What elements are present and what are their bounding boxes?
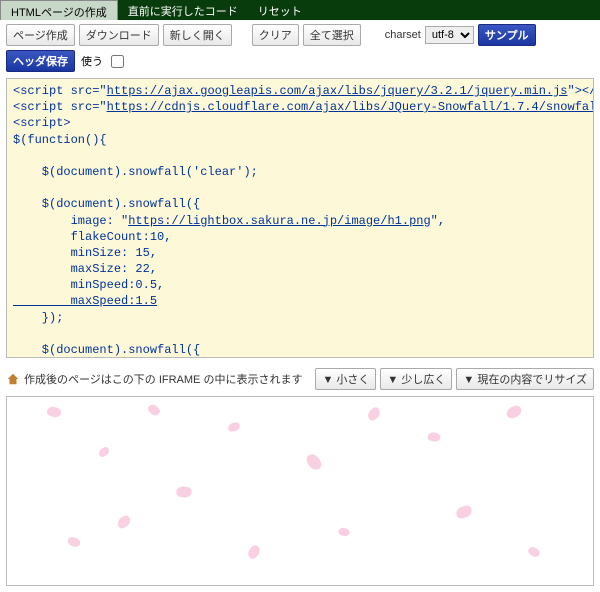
header-save-button[interactable]: ヘッダ保存 xyxy=(6,50,75,72)
select-all-button[interactable]: 全て選択 xyxy=(303,24,361,46)
tab-bar: HTMLページの作成 直前に実行したコード リセット xyxy=(0,0,600,20)
petal-icon xyxy=(46,405,63,419)
code-editor[interactable]: <script src="https://ajax.googleapis.com… xyxy=(6,78,594,358)
petal-icon xyxy=(97,446,111,459)
image-h1-link[interactable]: https://lightbox.sakura.ne.jp/image/h1.p… xyxy=(128,214,430,228)
petal-icon xyxy=(66,535,81,549)
resize-current-button[interactable]: ▼ 現在の内容でリサイズ xyxy=(456,368,594,390)
tab-last-code[interactable]: 直前に実行したコード xyxy=(118,0,248,20)
toolbar: ページ作成 ダウンロード 新しく開く クリア 全て選択 charset utf-… xyxy=(0,20,600,76)
charset-select[interactable]: utf-8 xyxy=(425,26,474,44)
clear-button[interactable]: クリア xyxy=(252,24,299,46)
home-icon xyxy=(6,372,20,386)
smaller-button[interactable]: ▼ 小さく xyxy=(315,368,376,390)
use-checkbox[interactable] xyxy=(111,55,124,68)
petal-icon xyxy=(146,402,161,417)
petal-icon xyxy=(175,485,192,499)
use-label: 使う xyxy=(81,53,103,69)
charset-label: charset xyxy=(385,29,421,41)
petal-icon xyxy=(337,526,351,538)
download-button[interactable]: ダウンロード xyxy=(79,24,159,46)
snowfall-url-link[interactable]: https://cdnjs.cloudflare.com/ajax/libs/J… xyxy=(107,100,594,114)
tab-create-html[interactable]: HTMLページの作成 xyxy=(0,0,118,20)
petal-icon xyxy=(366,406,383,423)
tab-reset[interactable]: リセット xyxy=(248,0,312,20)
petal-icon xyxy=(455,504,474,519)
petal-icon xyxy=(427,431,442,443)
footer-bar: 作成後のページはこの下の IFRAME の中に表示されます ▼ 小さく ▼ 少し… xyxy=(0,364,600,394)
petal-icon xyxy=(505,404,523,420)
page-create-button[interactable]: ページ作成 xyxy=(6,24,75,46)
iframe-preview xyxy=(6,396,594,586)
sample-button[interactable]: サンプル xyxy=(478,24,536,46)
petal-icon xyxy=(246,543,263,560)
petal-icon xyxy=(115,514,132,530)
footer-text: 作成後のページはこの下の IFRAME の中に表示されます xyxy=(24,371,311,387)
open-new-button[interactable]: 新しく開く xyxy=(163,24,232,46)
jquery-url-link[interactable]: https://ajax.googleapis.com/ajax/libs/jq… xyxy=(107,84,568,98)
petal-icon xyxy=(227,422,240,432)
petal-icon xyxy=(305,452,324,473)
petal-icon xyxy=(527,545,542,559)
wider-button[interactable]: ▼ 少し広く xyxy=(380,368,452,390)
